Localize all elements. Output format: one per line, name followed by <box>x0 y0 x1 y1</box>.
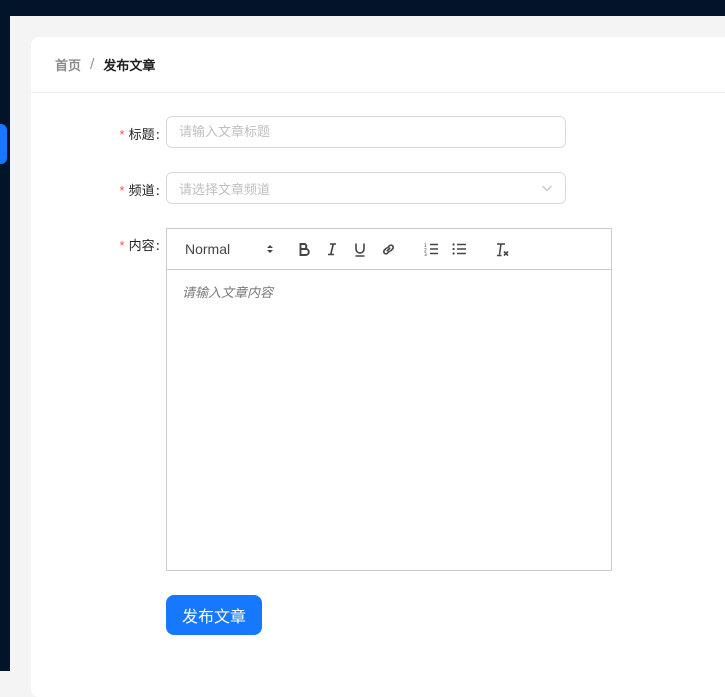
content-label: * 内容: <box>119 238 160 254</box>
publish-card: 首页 / 发布文章 *标题: *频道: 请选择文章频道 *内容: Normal <box>31 37 725 697</box>
link-icon[interactable] <box>374 237 402 261</box>
publish-button[interactable]: 发布文章 <box>166 595 262 635</box>
underline-icon[interactable] <box>346 237 374 261</box>
required-mark: * <box>119 183 125 198</box>
editor-toolbar: Normal 1 2 3 <box>167 229 611 270</box>
bullet-list-icon[interactable] <box>445 237 473 261</box>
italic-icon[interactable] <box>318 237 346 261</box>
breadcrumb-separator: / <box>90 57 95 72</box>
sidebar <box>0 16 10 671</box>
editor-placeholder: 请输入文章内容 <box>182 286 274 301</box>
required-mark: * <box>119 127 125 142</box>
title-input[interactable] <box>166 116 566 148</box>
format-select[interactable]: Normal <box>185 237 275 261</box>
channel-select[interactable]: 请选择文章频道 <box>166 172 566 204</box>
channel-select-placeholder: 请选择文章频道 <box>179 182 271 198</box>
ordered-list-icon[interactable]: 123 <box>417 237 445 261</box>
channel-label: * 频道: <box>119 183 160 199</box>
chevron-down-icon <box>542 185 552 192</box>
breadcrumb: 首页 / 发布文章 <box>31 37 725 93</box>
breadcrumb-home-link[interactable]: 首页 <box>55 55 81 74</box>
sidebar-active-item[interactable] <box>0 124 7 164</box>
required-mark: * <box>119 238 125 253</box>
svg-text:3: 3 <box>424 252 427 256</box>
title-label: * 标题: <box>119 127 160 143</box>
bold-icon[interactable] <box>290 237 318 261</box>
editor-content-area[interactable]: 请输入文章内容 <box>167 270 611 570</box>
top-header-bar <box>0 0 725 16</box>
clear-format-icon[interactable] <box>488 237 516 261</box>
rich-text-editor: Normal 1 2 3 请输入文章内容 <box>166 228 612 571</box>
updown-arrows-icon <box>267 245 273 253</box>
breadcrumb-current: 发布文章 <box>103 59 156 74</box>
